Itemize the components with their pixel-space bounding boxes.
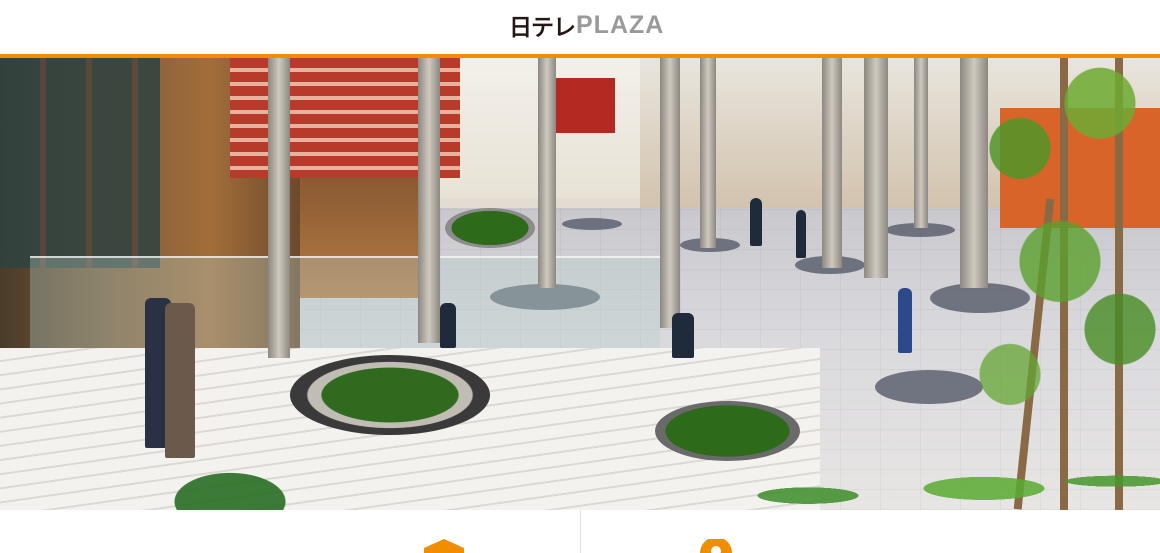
site-logo[interactable]: 日テレ PLAZA — [509, 10, 665, 42]
round-planter — [290, 355, 490, 435]
pillar — [914, 58, 928, 228]
shrubbery — [165, 468, 295, 510]
shrubbery — [720, 438, 1160, 510]
nav-divider — [580, 510, 581, 553]
pedestrian — [796, 210, 806, 258]
round-planter — [445, 208, 535, 248]
pedestrian — [898, 288, 912, 353]
pillar — [660, 58, 680, 328]
pedestrian — [165, 303, 195, 458]
logo-japanese-text: 日テレ — [509, 15, 576, 41]
page: 日テレ PLAZA — [0, 0, 1160, 553]
pillar — [822, 58, 842, 268]
pillar — [418, 58, 440, 343]
bottom-icon-nav — [0, 510, 1160, 553]
pedestrian — [440, 303, 456, 348]
hero-plaza-photo — [0, 58, 1160, 510]
red-wall-panel — [555, 78, 615, 133]
pedestrian — [672, 313, 694, 358]
site-header: 日テレ PLAZA — [0, 0, 1160, 58]
pedestrian — [750, 198, 762, 246]
logo-english-text: PLAZA — [576, 10, 665, 39]
floor-disc — [562, 218, 622, 230]
building-left-windows — [0, 58, 160, 268]
pillar — [700, 58, 716, 248]
pillar — [538, 58, 556, 288]
glass-railing — [30, 256, 660, 358]
pillar — [268, 58, 290, 358]
building-roof-icon[interactable] — [424, 539, 464, 553]
pillar — [864, 58, 888, 278]
map-pin-icon[interactable] — [700, 537, 732, 553]
